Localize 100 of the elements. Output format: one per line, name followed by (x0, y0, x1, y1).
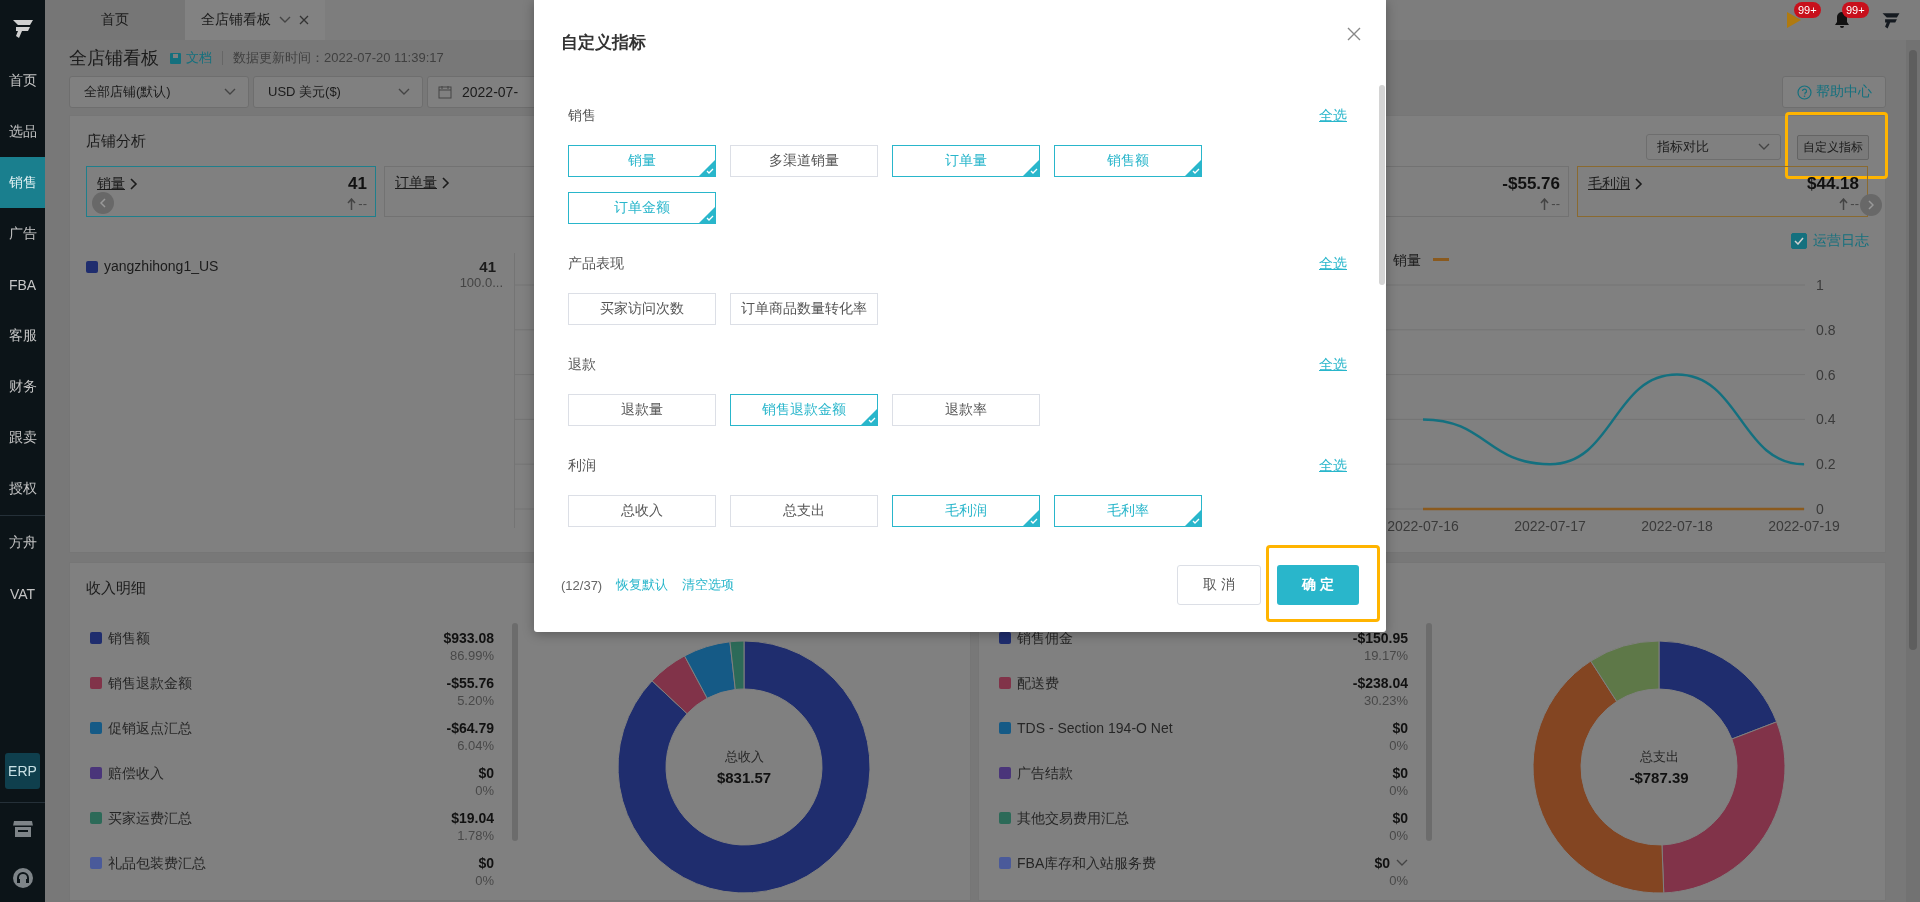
row-label: 销售退款金额 (108, 674, 192, 693)
sidebar-item[interactable]: 广告 (0, 208, 45, 259)
store-icon[interactable] (11, 818, 34, 839)
select-all-link[interactable]: 全选 (1319, 107, 1347, 125)
row-share: 0% (1389, 737, 1408, 754)
row-amount: -$238.04 (1352, 674, 1408, 692)
section-title: 利润 (568, 457, 596, 475)
row-amount: $0 (478, 854, 494, 872)
row-amount: $0 (478, 764, 494, 782)
chevron-down-icon (224, 88, 236, 96)
sidebar-item[interactable]: 首页 (0, 55, 45, 106)
select-all-link[interactable]: 全选 (1319, 356, 1347, 374)
arrow-up-icon (1839, 197, 1849, 210)
row-amount: $0 (1392, 719, 1408, 737)
sidebar-item[interactable]: 方舟 (0, 517, 45, 568)
select-all-link[interactable]: 全选 (1319, 457, 1347, 475)
sidebar-item[interactable]: 授权 (0, 463, 45, 514)
sidebar-item[interactable]: 财务 (0, 361, 45, 412)
row-label: 配送费 (1017, 674, 1059, 693)
metric-option[interactable]: 订单商品数量转化率 (730, 293, 878, 325)
sidebar-item[interactable]: 销售 (0, 157, 45, 208)
legend-swatch (1433, 258, 1449, 261)
donut-center-label: 总支出 (1639, 749, 1678, 764)
confirm-button[interactable]: 确 定 (1277, 565, 1359, 605)
chevron-down-icon (1758, 143, 1770, 151)
calendar-icon (438, 85, 452, 99)
checkbox[interactable] (1791, 233, 1807, 249)
arrow-up-icon (347, 197, 357, 210)
store-name: yangzhihong1_US (104, 258, 219, 274)
cancel-button[interactable]: 取 消 (1177, 565, 1261, 605)
chevron-right-icon (130, 178, 138, 190)
chevron-right-icon (1868, 200, 1874, 210)
sidebar-item[interactable]: 客服 (0, 310, 45, 361)
document-icon (169, 51, 182, 65)
check-corner-icon (1023, 160, 1039, 176)
row-amount: $19.04 (451, 809, 494, 827)
metric-option[interactable]: 总支出 (730, 495, 878, 527)
metric-value: -$55.76 (1502, 174, 1560, 194)
arrow-up-icon (1540, 197, 1550, 210)
select-all-link[interactable]: 全选 (1319, 255, 1347, 273)
row-share: 0% (1389, 872, 1408, 889)
row-label: TDS - Section 194-O Net (1017, 719, 1173, 738)
row-share: 0% (475, 872, 494, 889)
check-corner-icon (699, 207, 715, 223)
check-corner-icon (1185, 510, 1201, 526)
headset-icon[interactable] (11, 866, 34, 889)
y-tick-label: 0.2 (1816, 456, 1836, 473)
store-select[interactable]: 全部店铺(默认) (69, 76, 249, 108)
row-share: 6.04% (457, 737, 494, 754)
donut-total: $831.57 (716, 769, 772, 786)
row-amount: -$55.76 (446, 674, 494, 692)
help-icon (1796, 84, 1812, 100)
row-label: 销售额 (108, 629, 150, 648)
metric-option[interactable]: 毛利润 (892, 495, 1040, 527)
metric-option[interactable]: 毛利率 (1054, 495, 1202, 527)
metric-option[interactable]: 退款量 (568, 394, 716, 426)
chevron-right-icon (442, 177, 450, 189)
check-corner-icon (699, 160, 715, 176)
y-tick-label: 0.4 (1816, 411, 1836, 428)
row-amount: $0 (1374, 854, 1390, 872)
clear-options-link[interactable]: 清空选项 (682, 576, 735, 594)
card-title: 收入明细 (86, 578, 146, 598)
metric-option[interactable]: 销售额 (1054, 145, 1202, 177)
row-label: FBA库存和入站服务费 (1017, 854, 1157, 873)
currency-select[interactable]: USD 美元($) (253, 76, 423, 108)
erp-button[interactable]: ERP (5, 753, 40, 789)
metric-option[interactable]: 退款率 (892, 394, 1040, 426)
check-corner-icon (861, 409, 877, 425)
row-label: 销售佣金 (1017, 629, 1073, 648)
metric-option[interactable]: 订单量 (892, 145, 1040, 177)
check-corner-icon (1023, 510, 1039, 526)
row-label: 广告结款 (1017, 764, 1073, 783)
metric-option[interactable]: 买家访问次数 (568, 293, 716, 325)
metric-card[interactable]: 销量 41 -- (86, 166, 376, 217)
row-share: 19.17% (1363, 647, 1408, 664)
row-share: 86.99% (449, 647, 494, 664)
close-button[interactable] (1346, 26, 1362, 42)
sidebar-item[interactable]: FBA (0, 259, 45, 310)
metric-option[interactable]: 多渠道销量 (730, 145, 878, 177)
scrollbar-thumb[interactable] (1379, 85, 1385, 285)
metric-option[interactable]: 销量 (568, 145, 716, 177)
row-share: 0% (475, 782, 494, 799)
sidebar-item[interactable]: VAT (0, 568, 45, 619)
metric-option[interactable]: 销售退款金额 (730, 394, 878, 426)
card-title: 店铺分析 (86, 131, 146, 151)
metric-value: $44.18 (1807, 174, 1859, 194)
metric-card[interactable]: 毛利润 $44.18 -- (1577, 166, 1868, 217)
metric-option[interactable]: 订单金额 (568, 192, 716, 224)
sidebar-item[interactable]: 跟卖 (0, 412, 45, 463)
compare-select[interactable]: 指标对比 (1646, 134, 1781, 160)
custom-metrics-button[interactable]: 自定义指标 (1797, 134, 1869, 160)
metric-option[interactable]: 总收入 (568, 495, 716, 527)
sidebar-item[interactable]: 选品 (0, 106, 45, 157)
page-tab[interactable]: 全店铺看板 (185, 0, 325, 40)
check-corner-icon (1185, 160, 1201, 176)
page-tab[interactable]: 首页 (45, 0, 185, 40)
row-label: 买家运费汇总 (108, 809, 192, 828)
row-share: 0% (1389, 782, 1408, 799)
restore-default-link[interactable]: 恢复默认 (616, 576, 669, 594)
close-icon[interactable] (299, 15, 309, 25)
